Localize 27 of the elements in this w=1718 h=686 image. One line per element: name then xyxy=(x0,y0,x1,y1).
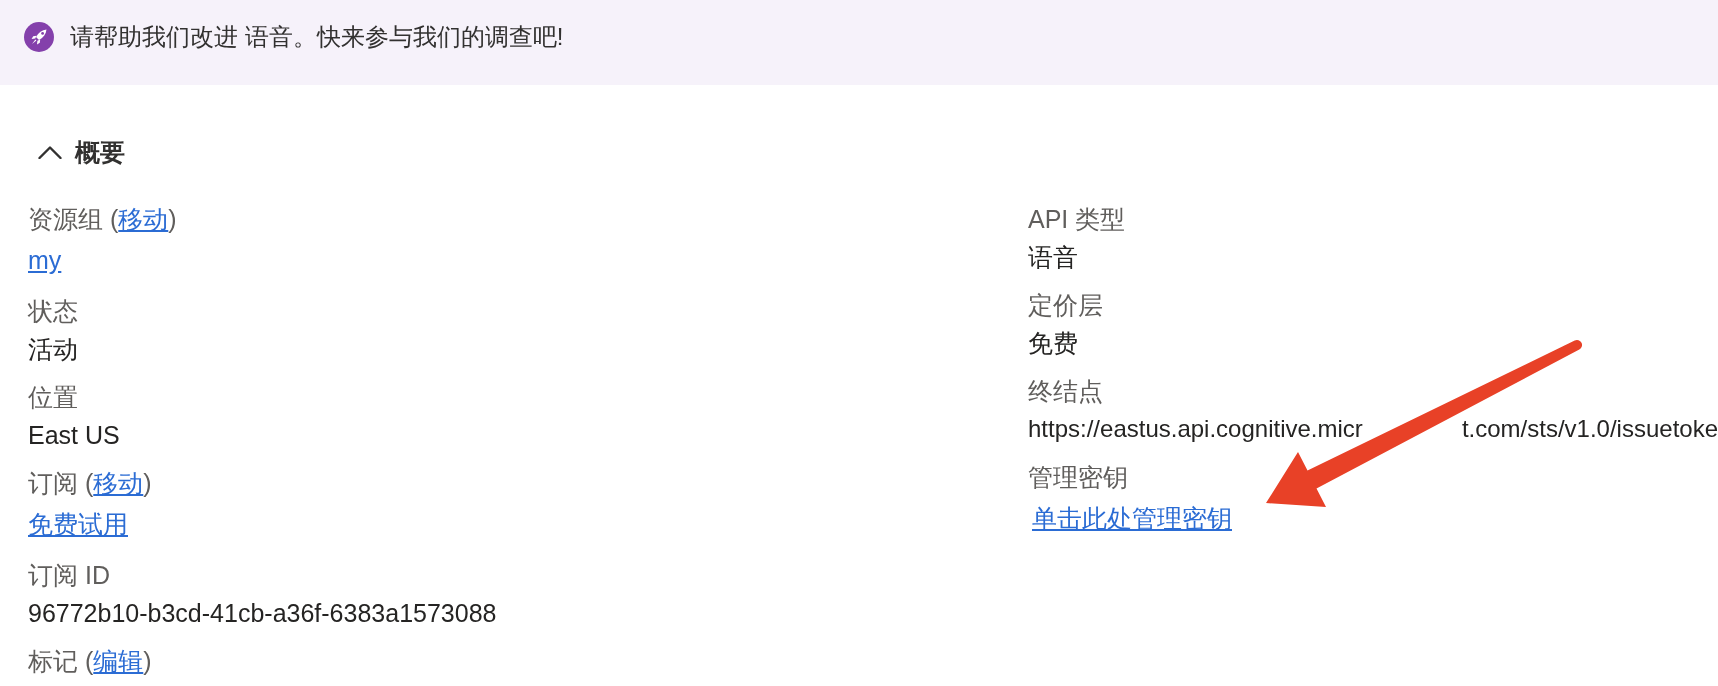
rocket-icon xyxy=(24,22,54,52)
field-value: East US xyxy=(28,420,120,450)
field-value: 免费 xyxy=(1028,328,1078,358)
inline-link[interactable]: 移动 xyxy=(93,469,144,497)
inline-link[interactable]: 移动 xyxy=(118,205,169,233)
inline-link[interactable]: 编辑 xyxy=(93,647,144,675)
survey-message: 请帮助我们改进 语音。快来参与我们的调查吧! xyxy=(70,22,564,52)
value-link[interactable]: 单击此处管理密钥 xyxy=(1028,500,1232,536)
field-label: 管理密钥 xyxy=(1028,462,1128,492)
field-label: 标记 (编辑) xyxy=(28,646,152,676)
field-value: 语音 xyxy=(1028,242,1078,272)
section-toggle[interactable]: 概要 xyxy=(28,137,125,167)
field-label: 订阅 (移动) xyxy=(28,468,152,498)
value-link[interactable]: 免费试用 xyxy=(28,506,128,542)
field-label: 状态 xyxy=(28,296,78,326)
url-text: https://eastus.api.cognitive.micr xyxy=(1028,414,1363,444)
url-text: t.com/sts/v1.0/issuetoke xyxy=(1461,414,1718,444)
field-label: API 类型 xyxy=(1028,204,1126,234)
chevron-up-icon xyxy=(38,145,62,159)
field-label: 定价层 xyxy=(1028,290,1103,320)
field-label: 终结点 xyxy=(1028,376,1103,406)
field-label: 资源组 (移动) xyxy=(28,204,177,234)
field-label: 订阅 ID xyxy=(28,560,110,590)
field-value: 活动 xyxy=(28,334,78,364)
field-value: 96772b10-b3cd-41cb-a36f-6383a1573088 xyxy=(28,598,497,628)
field-label: 位置 xyxy=(28,382,78,412)
value-link[interactable]: my xyxy=(28,242,62,278)
